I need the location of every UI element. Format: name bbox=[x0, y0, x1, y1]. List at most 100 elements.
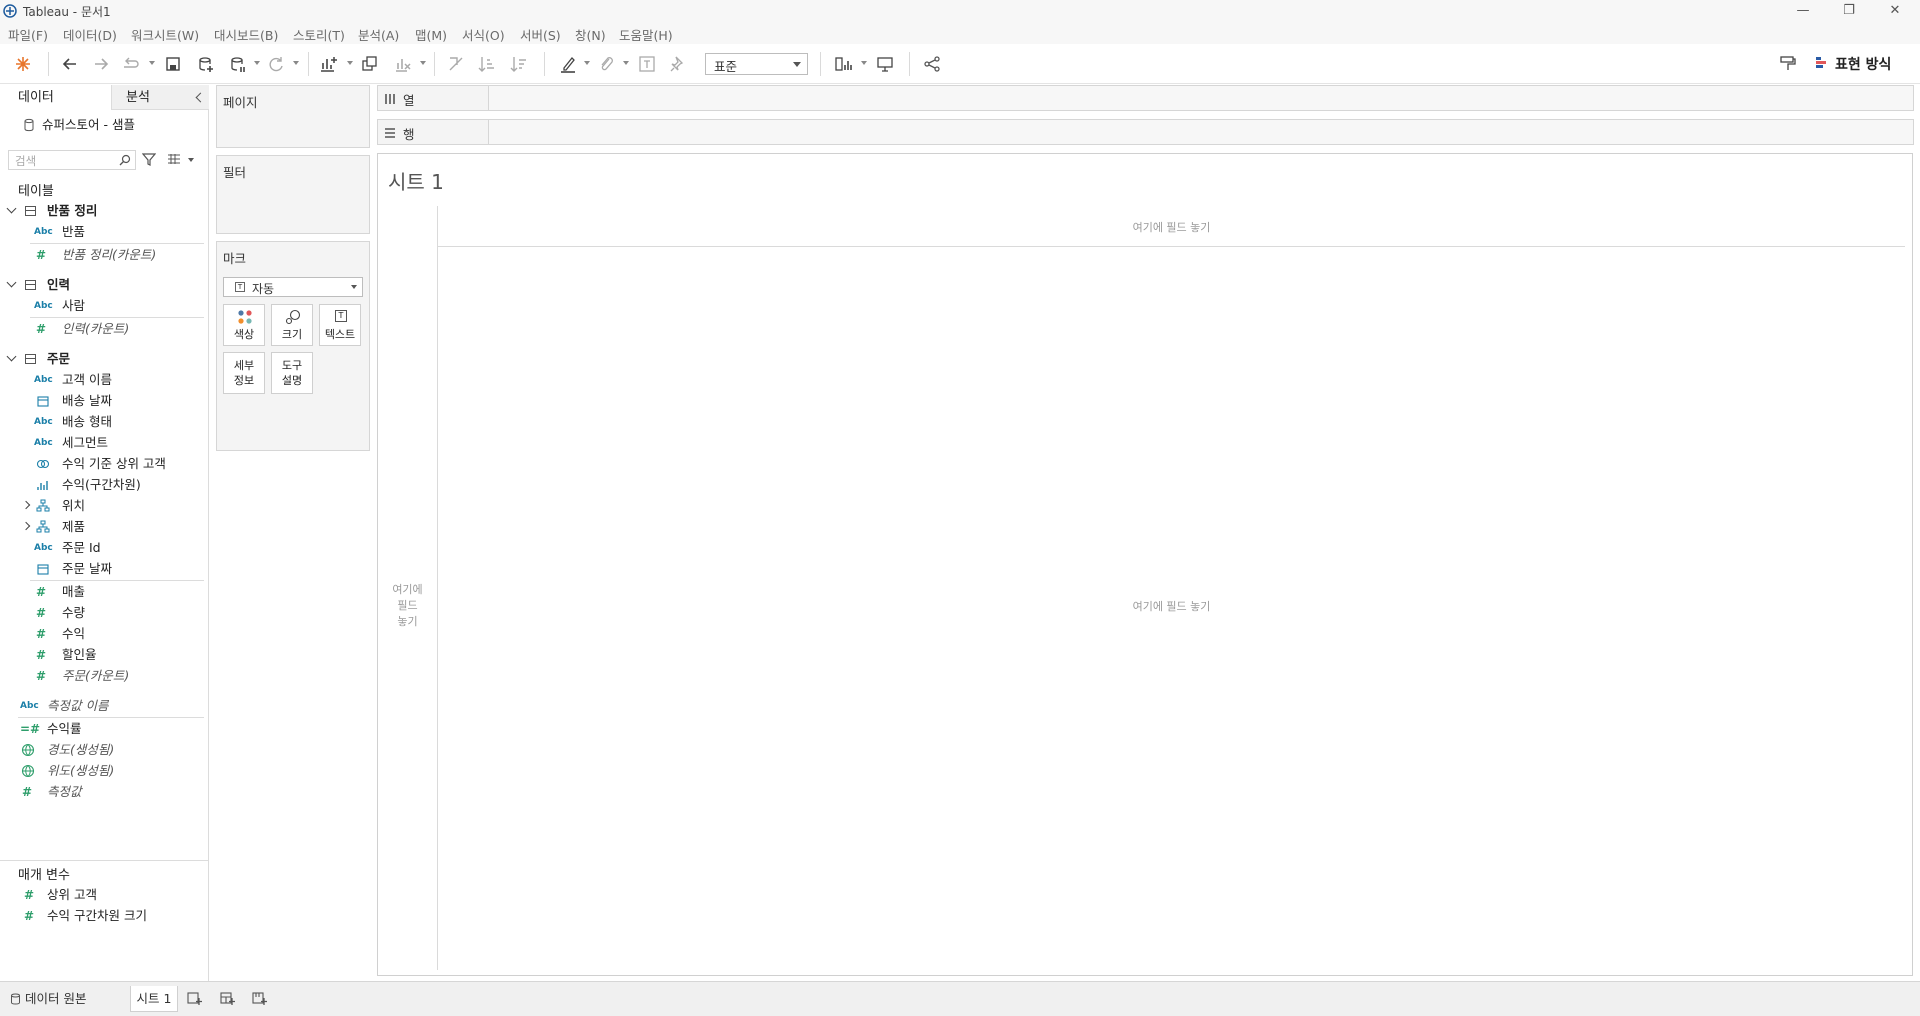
menu-help[interactable]: 도움말(H) bbox=[619, 25, 673, 44]
group-members-icon[interactable] bbox=[596, 54, 616, 74]
fit-select[interactable]: 표준 bbox=[705, 53, 808, 75]
search-input[interactable]: 검색 bbox=[8, 150, 136, 170]
replay-caret-icon[interactable] bbox=[149, 61, 155, 65]
presentation-mode-icon[interactable] bbox=[875, 54, 895, 74]
new-worksheet-icon[interactable] bbox=[318, 54, 338, 74]
format-painter-icon[interactable] bbox=[1778, 54, 1798, 74]
field-item[interactable]: Abc 사람 bbox=[34, 296, 204, 316]
datasource-caret-icon[interactable] bbox=[254, 61, 260, 65]
minimize-button[interactable]: — bbox=[1780, 0, 1826, 22]
group-caret-icon[interactable] bbox=[623, 61, 629, 65]
menu-story[interactable]: 스토리(T) bbox=[293, 25, 345, 44]
replay-icon[interactable] bbox=[121, 54, 141, 74]
field-item[interactable]: Abc 주문 Id bbox=[34, 538, 204, 558]
columns-drop-target[interactable]: 여기에 필드 놓기 bbox=[438, 219, 1905, 235]
clear-sheet-icon[interactable] bbox=[393, 54, 413, 74]
field-item[interactable]: # 할인율 bbox=[34, 645, 204, 665]
view-drop-target[interactable]: 여기에 필드 놓기 bbox=[438, 598, 1905, 614]
menu-file[interactable]: 파일(F) bbox=[8, 25, 48, 44]
datasource-tab[interactable]: 데이터 원본 bbox=[6, 986, 124, 1012]
menu-analysis[interactable]: 분석(A) bbox=[358, 25, 399, 44]
field-item[interactable]: 제품 bbox=[18, 517, 204, 537]
field-item[interactable]: Abc 세그먼트 bbox=[34, 433, 204, 453]
view-options-icon[interactable] bbox=[167, 153, 181, 165]
menu-server[interactable]: 서버(S) bbox=[520, 25, 561, 44]
datasource-item[interactable]: 슈퍼스토어 - 샘플 bbox=[22, 115, 202, 135]
parameter-item[interactable]: # 상위 고객 bbox=[22, 885, 202, 905]
menu-format[interactable]: 서식(O) bbox=[462, 25, 505, 44]
tableau-start-icon[interactable] bbox=[13, 54, 33, 74]
collapse-pane-icon[interactable] bbox=[195, 92, 206, 103]
highlight-icon[interactable] bbox=[558, 54, 578, 74]
field-item[interactable]: Abc 고객 이름 bbox=[34, 370, 204, 390]
field-item[interactable]: Abc 반품 bbox=[34, 222, 204, 242]
swap-icon[interactable] bbox=[446, 54, 466, 74]
sheet-tab-1[interactable]: 시트 1 bbox=[130, 986, 178, 1012]
pause-updates-icon[interactable] bbox=[228, 54, 248, 74]
field-item[interactable]: # 반품 정리(카운트) bbox=[34, 245, 204, 265]
tooltip-button[interactable]: 도구 설명 bbox=[271, 352, 313, 394]
restore-button[interactable]: ❐ bbox=[1826, 0, 1872, 22]
new-story-tab-icon[interactable] bbox=[252, 992, 268, 1006]
refresh-icon[interactable] bbox=[266, 54, 286, 74]
size-button[interactable]: 크기 bbox=[271, 304, 313, 346]
filters-card[interactable]: 필터 bbox=[216, 155, 370, 234]
close-button[interactable]: ✕ bbox=[1872, 0, 1918, 22]
field-item[interactable]: 위도(생성됨) bbox=[20, 761, 204, 781]
field-item[interactable]: 주문 날짜 bbox=[34, 559, 204, 579]
field-item[interactable]: 경도(생성됨) bbox=[20, 740, 204, 760]
detail-button[interactable]: 세부 정보 bbox=[223, 352, 265, 394]
field-item[interactable]: 수익 기준 상위 고객 bbox=[34, 454, 204, 474]
field-item[interactable]: # 수량 bbox=[34, 603, 204, 623]
pages-card[interactable]: 페이지 bbox=[216, 85, 370, 148]
menu-window[interactable]: 창(N) bbox=[575, 25, 606, 44]
field-item[interactable]: =# 수익률 bbox=[20, 719, 204, 739]
tab-analysis[interactable]: 분석 bbox=[111, 85, 209, 110]
field-item[interactable]: # 인력(카운트) bbox=[34, 319, 204, 339]
show-cards-icon[interactable] bbox=[834, 54, 854, 74]
new-datasource-icon[interactable] bbox=[196, 54, 216, 74]
menu-data[interactable]: 데이터(D) bbox=[63, 25, 117, 44]
rows-drop-zone[interactable] bbox=[488, 120, 1913, 144]
field-item[interactable]: Abc 배송 형태 bbox=[34, 412, 204, 432]
new-worksheet-caret-icon[interactable] bbox=[347, 61, 353, 65]
field-item[interactable]: 배송 날짜 bbox=[34, 391, 204, 411]
show-cards-caret-icon[interactable] bbox=[861, 61, 867, 65]
field-item[interactable]: # 주문(카운트) bbox=[34, 666, 204, 686]
save-icon[interactable] bbox=[163, 54, 183, 74]
field-item[interactable]: Abc 측정값 이름 bbox=[20, 696, 204, 716]
undo-icon[interactable] bbox=[60, 54, 80, 74]
label-button[interactable]: T 텍스트 bbox=[319, 304, 361, 346]
tab-data[interactable]: 데이터 bbox=[0, 85, 111, 111]
field-item[interactable]: 위치 bbox=[18, 496, 204, 516]
clear-caret-icon[interactable] bbox=[420, 61, 426, 65]
field-item[interactable]: 수익(구간차원) bbox=[34, 475, 204, 495]
mark-type-select[interactable]: T 자동 bbox=[223, 277, 363, 297]
menu-dashboard[interactable]: 대시보드(B) bbox=[214, 25, 278, 44]
field-item[interactable]: # 매출 bbox=[34, 582, 204, 602]
redo-icon[interactable] bbox=[91, 54, 111, 74]
parameter-item[interactable]: # 수익 구간차원 크기 bbox=[22, 906, 202, 926]
sort-ascending-icon[interactable] bbox=[477, 54, 497, 74]
color-button[interactable]: 색상 bbox=[223, 304, 265, 346]
sort-descending-icon[interactable] bbox=[509, 54, 529, 74]
field-item[interactable]: # 측정값 bbox=[20, 782, 204, 802]
filter-icon[interactable] bbox=[142, 152, 156, 166]
new-worksheet-tab-icon[interactable] bbox=[187, 992, 203, 1006]
fix-axes-icon[interactable] bbox=[668, 54, 688, 74]
columns-drop-zone[interactable] bbox=[488, 86, 1913, 110]
field-item[interactable]: # 수익 bbox=[34, 624, 204, 644]
menu-worksheet[interactable]: 워크시트(W) bbox=[131, 25, 199, 44]
view-options-caret-icon[interactable] bbox=[188, 158, 194, 162]
rows-drop-target[interactable]: 여기에 필드 놓기 bbox=[378, 582, 437, 630]
share-icon[interactable] bbox=[922, 54, 942, 74]
table-group-orders[interactable]: 주문 bbox=[0, 349, 200, 369]
table-group-people[interactable]: 인력 bbox=[0, 275, 200, 295]
highlight-caret-icon[interactable] bbox=[584, 61, 590, 65]
refresh-caret-icon[interactable] bbox=[293, 61, 299, 65]
show-labels-icon[interactable] bbox=[637, 54, 657, 74]
new-dashboard-tab-icon[interactable] bbox=[220, 992, 236, 1006]
table-group-returns[interactable]: 반품 정리 bbox=[0, 201, 200, 221]
menu-map[interactable]: 맵(M) bbox=[415, 25, 447, 44]
duplicate-icon[interactable] bbox=[360, 54, 380, 74]
